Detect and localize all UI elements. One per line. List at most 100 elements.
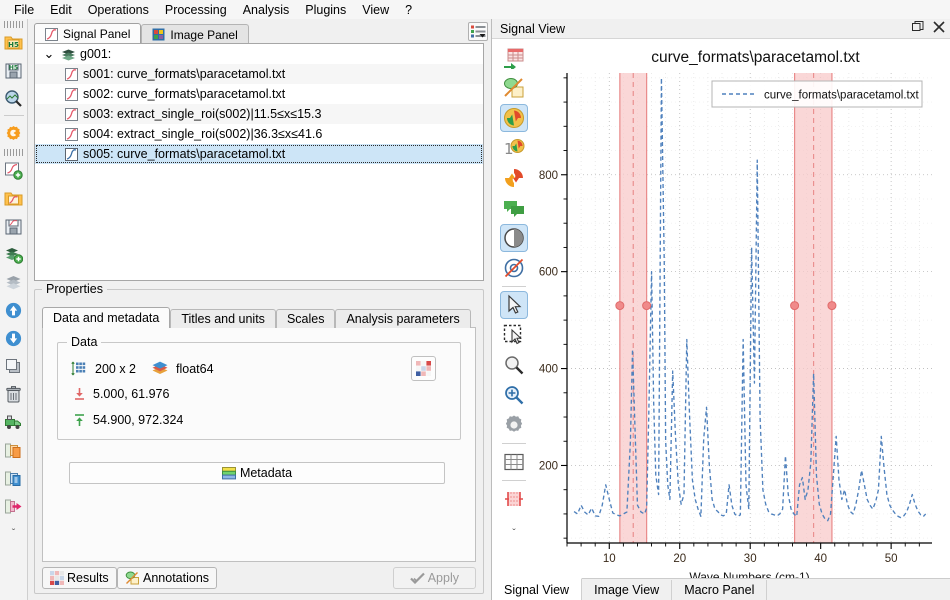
- signal-icon: [65, 107, 78, 121]
- apply-button[interactable]: Apply: [392, 567, 476, 589]
- view-tab-image[interactable]: Image View: [582, 580, 673, 600]
- signal-plot[interactable]: 200 400 600 800 10 20 30 40 50 curve_formats\para…: [532, 43, 947, 593]
- duplicate-icon[interactable]: [2, 354, 26, 378]
- settings-gear-icon[interactable]: [2, 121, 26, 145]
- open-h5-folder-icon[interactable]: H5: [2, 30, 26, 54]
- menu-item-operations[interactable]: Operations: [80, 1, 157, 19]
- roi-range-icon[interactable]: [500, 485, 528, 513]
- plot-toolbar: 1 ˇ: [497, 43, 531, 593]
- menu-item-edit[interactable]: Edit: [42, 1, 80, 19]
- save-signal-icon[interactable]: [2, 214, 26, 238]
- paste-metadata-icon[interactable]: [2, 494, 26, 518]
- new-group-icon[interactable]: [2, 242, 26, 266]
- menu-item-analysis[interactable]: Analysis: [235, 1, 298, 19]
- toolbar-expand-chevron[interactable]: ˇ: [12, 528, 15, 539]
- tab-analysis-parameters[interactable]: Analysis parameters: [335, 309, 471, 328]
- move-up-icon[interactable]: [2, 298, 26, 322]
- copy-titles-icon[interactable]: [2, 438, 26, 462]
- data-dtype-value: float64: [176, 361, 214, 376]
- svg-text:30: 30: [744, 553, 757, 565]
- close-icon[interactable]: [933, 21, 945, 33]
- menu-item-plugins[interactable]: Plugins: [297, 1, 354, 19]
- signal-tree[interactable]: ⌄ g001: s001: curve_formats\paracetamol.…: [34, 43, 484, 281]
- results-icon: [50, 571, 64, 585]
- zoom-in-icon[interactable]: [500, 381, 528, 409]
- results-button[interactable]: Results: [42, 567, 117, 589]
- show-labels-icon[interactable]: [500, 194, 528, 222]
- data-shape-row: 200 x 2 float64: [71, 361, 214, 376]
- menu-item-file[interactable]: File: [6, 1, 42, 19]
- select-cursor-icon[interactable]: [500, 291, 528, 319]
- delete-trash-icon[interactable]: [2, 382, 26, 406]
- grid-table-icon[interactable]: [500, 448, 528, 476]
- open-signal-folder-icon[interactable]: [2, 186, 26, 210]
- tree-group-label: g001:: [80, 47, 112, 61]
- refresh-manual-icon[interactable]: [500, 164, 528, 192]
- delete-all-icon[interactable]: [2, 410, 26, 434]
- svg-text:curve_formats\paracetamol.txt: curve_formats\paracetamol.txt: [764, 90, 919, 102]
- annotations-shape-icon[interactable]: [500, 74, 528, 102]
- view-tab-macro[interactable]: Macro Panel: [672, 580, 768, 600]
- menu-item-help[interactable]: ?: [397, 1, 420, 19]
- svg-text:400: 400: [539, 364, 558, 376]
- chevron-down-icon[interactable]: ⌄: [41, 47, 57, 60]
- svg-text:200: 200: [539, 460, 558, 472]
- svg-text:curve_formats\paracetamol.txt: curve_formats\paracetamol.txt: [651, 49, 860, 66]
- annotations-button[interactable]: Annotations: [117, 567, 218, 589]
- svg-text:H5: H5: [8, 41, 19, 49]
- tab-titles-and-units[interactable]: Titles and units: [170, 309, 276, 328]
- metadata-button[interactable]: Metadata: [69, 462, 445, 484]
- properties-tab-body: Data 200 x 2 float64 5.000, 61.976 54.90…: [42, 327, 476, 562]
- single-refresh-icon[interactable]: 1: [500, 134, 528, 162]
- tree-item-s001[interactable]: s001: curve_formats\paracetamol.txt: [35, 64, 483, 84]
- browse-h5-icon[interactable]: [2, 86, 26, 110]
- view-tab-signal[interactable]: Signal View: [492, 578, 583, 600]
- move-down-icon[interactable]: [2, 326, 26, 350]
- zoom-out-icon[interactable]: [500, 351, 528, 379]
- list-options-icon[interactable]: [468, 22, 488, 41]
- properties-actions: Results Annotations Apply: [42, 567, 476, 591]
- tree-group-row[interactable]: ⌄ g001:: [35, 44, 483, 64]
- tab-signal-panel[interactable]: Signal Panel: [34, 23, 142, 44]
- toolbar-grip[interactable]: [3, 21, 24, 28]
- auto-refresh-icon[interactable]: [500, 104, 528, 132]
- tree-item-s003[interactable]: s003: extract_single_roi(s002)|11.5≤x≤15…: [35, 104, 483, 124]
- data-max-value: 54.900, 972.324: [93, 413, 184, 427]
- signal-panel-container: Signal Panel Image Panel ⌄ g001: s001: c…: [28, 19, 490, 600]
- no-crosshair-icon[interactable]: [500, 254, 528, 282]
- contrast-icon[interactable]: [500, 224, 528, 252]
- group-icon[interactable]: [2, 270, 26, 294]
- export-data-icon[interactable]: [500, 44, 528, 72]
- plot-toolbar-separator-3: [502, 480, 526, 481]
- signal-icon: [65, 147, 78, 161]
- plot-toolbar-expand-chevron[interactable]: ˇ: [512, 528, 515, 539]
- rect-select-icon[interactable]: [500, 321, 528, 349]
- copy-metadata-icon[interactable]: [2, 466, 26, 490]
- plot-settings-icon[interactable]: [500, 411, 528, 439]
- tab-image-panel[interactable]: Image Panel: [141, 24, 249, 44]
- tree-item-s005[interactable]: s005: curve_formats\paracetamol.txt: [35, 144, 483, 164]
- tree-item-s004[interactable]: s004: extract_single_roi(s002)|36.3≤x≤41…: [35, 124, 483, 144]
- menu-item-processing[interactable]: Processing: [157, 1, 235, 19]
- restore-icon[interactable]: [912, 21, 924, 33]
- tree-item-s002[interactable]: s002: curve_formats\paracetamol.txt: [35, 84, 483, 104]
- signal-icon: [45, 27, 58, 41]
- tab-scales[interactable]: Scales: [275, 309, 336, 328]
- tab-data-and-metadata[interactable]: Data and metadata: [42, 307, 171, 328]
- statistics-icon[interactable]: [411, 356, 436, 381]
- svg-text:600: 600: [539, 267, 558, 279]
- menu-bar: File Edit Operations Processing Analysis…: [0, 0, 950, 19]
- save-h5-icon[interactable]: H5: [2, 58, 26, 82]
- plot-canvas[interactable]: 200 400 600 800 10 20 30 40 50 curve_formats\para…: [532, 43, 947, 593]
- tree-item-label: s001: curve_formats\paracetamol.txt: [83, 67, 286, 81]
- min-arrow-icon: [73, 387, 86, 401]
- new-signal-icon[interactable]: [2, 158, 26, 182]
- annotations-icon: [125, 571, 140, 585]
- toolbar-grip-2[interactable]: [3, 149, 24, 156]
- shape-icon: [71, 361, 88, 376]
- svg-text:50: 50: [885, 553, 898, 565]
- results-button-label: Results: [67, 571, 109, 585]
- check-icon: [409, 572, 425, 584]
- data-max-row: 54.900, 972.324: [73, 413, 183, 427]
- menu-item-view[interactable]: View: [354, 1, 397, 19]
